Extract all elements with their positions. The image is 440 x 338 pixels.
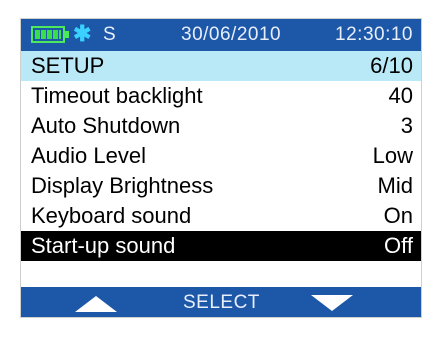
status-bar: ✱ S 30/06/2010 12:30:10 — [21, 19, 421, 51]
softkey-bar: SELECT — [21, 287, 421, 317]
menu-item-timeout-backlight[interactable]: Timeout backlight 40 — [21, 81, 421, 111]
menu-item-label: Audio Level — [31, 143, 146, 168]
select-softkey[interactable]: SELECT — [183, 293, 260, 313]
menu-item-audio-level[interactable]: Audio Level Low — [21, 141, 421, 171]
menu-item-label: Timeout backlight — [31, 83, 203, 108]
arrow-up-icon[interactable] — [75, 296, 117, 312]
menu-page-indicator: 6/10 — [370, 53, 413, 78]
status-date: 30/06/2010 — [181, 24, 282, 45]
menu-header: SETUP 6/10 — [21, 51, 421, 81]
menu-item-label: Start-up sound — [31, 233, 176, 258]
menu-item-value: 40 — [388, 83, 413, 108]
status-time: 12:30:10 — [335, 24, 413, 45]
battery-level-fill — [35, 30, 61, 39]
menu-item-value: Low — [372, 143, 413, 168]
battery-full-icon — [31, 26, 69, 43]
menu-item-value: Off — [384, 233, 413, 258]
menu-item-display-brightness[interactable]: Display Brightness Mid — [21, 171, 421, 201]
arrow-down-icon[interactable] — [311, 295, 353, 311]
menu-item-label: Display Brightness — [31, 173, 214, 198]
battery-tip — [65, 31, 69, 38]
menu-item-label: Auto Shutdown — [31, 113, 181, 138]
menu-item-value: 3 — [400, 113, 413, 138]
satellite-indicator: S — [103, 24, 116, 45]
device-screen: ✱ S 30/06/2010 12:30:10 SETUP 6/10 Timeo… — [20, 18, 422, 318]
menu-item-auto-shutdown[interactable]: Auto Shutdown 3 — [21, 111, 421, 141]
menu-item-value: Mid — [377, 173, 413, 198]
menu-item-startup-sound[interactable]: Start-up sound Off — [21, 231, 421, 261]
menu-item-label: Keyboard sound — [31, 203, 192, 228]
bluetooth-icon: ✱ — [73, 21, 92, 46]
menu-title: SETUP — [31, 53, 105, 78]
menu-item-value: On — [383, 203, 413, 228]
menu-item-keyboard-sound[interactable]: Keyboard sound On — [21, 201, 421, 231]
